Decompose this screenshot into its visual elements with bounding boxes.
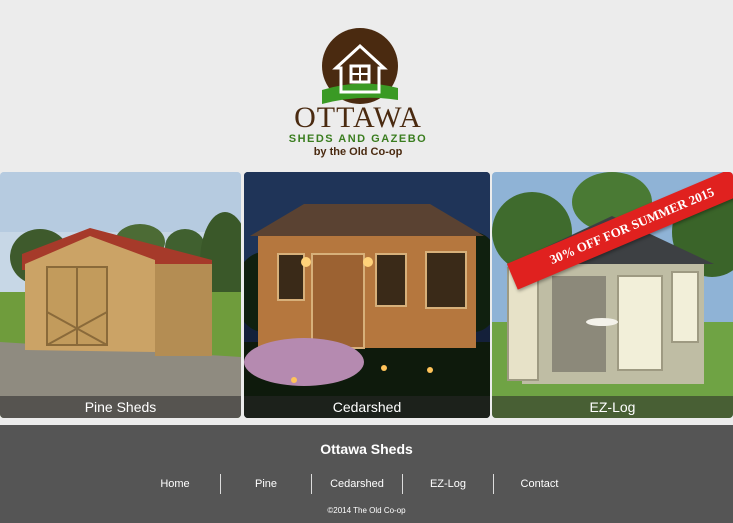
- site-footer: Ottawa Sheds Home Pine Cedarshed EZ-Log …: [0, 425, 733, 523]
- logo-byline: by the Old Co-op: [313, 146, 403, 158]
- gallery-panel-ezlog[interactable]: 30% OFF FOR SUMMER 2015 EZ-Log: [492, 172, 733, 418]
- nav-cedarshed[interactable]: Cedarshed: [312, 474, 403, 494]
- logo-subtitle: SHEDS AND GAZEBO: [288, 133, 428, 145]
- nav-contact[interactable]: Contact: [494, 474, 585, 494]
- nav-ezlog[interactable]: EZ-Log: [403, 474, 494, 494]
- gallery-panel-cedarshed[interactable]: Cedarshed: [244, 172, 490, 418]
- pine-shed-image: [0, 172, 241, 418]
- panel-caption-cedarshed: Cedarshed: [244, 396, 490, 418]
- cedarshed-image: [244, 172, 490, 418]
- copyright-text: ©2014 The Old Co-op: [327, 506, 406, 515]
- house-logo-icon: [322, 28, 398, 104]
- footer-title: Ottawa Sheds: [320, 441, 413, 457]
- logo-title: OTTAWA: [294, 101, 422, 134]
- nav-pine[interactable]: Pine: [221, 474, 312, 494]
- panel-caption-pine: Pine Sheds: [0, 396, 241, 418]
- nav-home[interactable]: Home: [130, 474, 221, 494]
- panel-caption-ezlog: EZ-Log: [492, 396, 733, 418]
- footer-nav: Home Pine Cedarshed EZ-Log Contact: [130, 474, 585, 494]
- site-logo[interactable]: OTTAWA SHEDS AND GAZEBO by the Old Co-op: [0, 0, 733, 170]
- gallery-panel-pine[interactable]: Pine Sheds: [0, 172, 241, 418]
